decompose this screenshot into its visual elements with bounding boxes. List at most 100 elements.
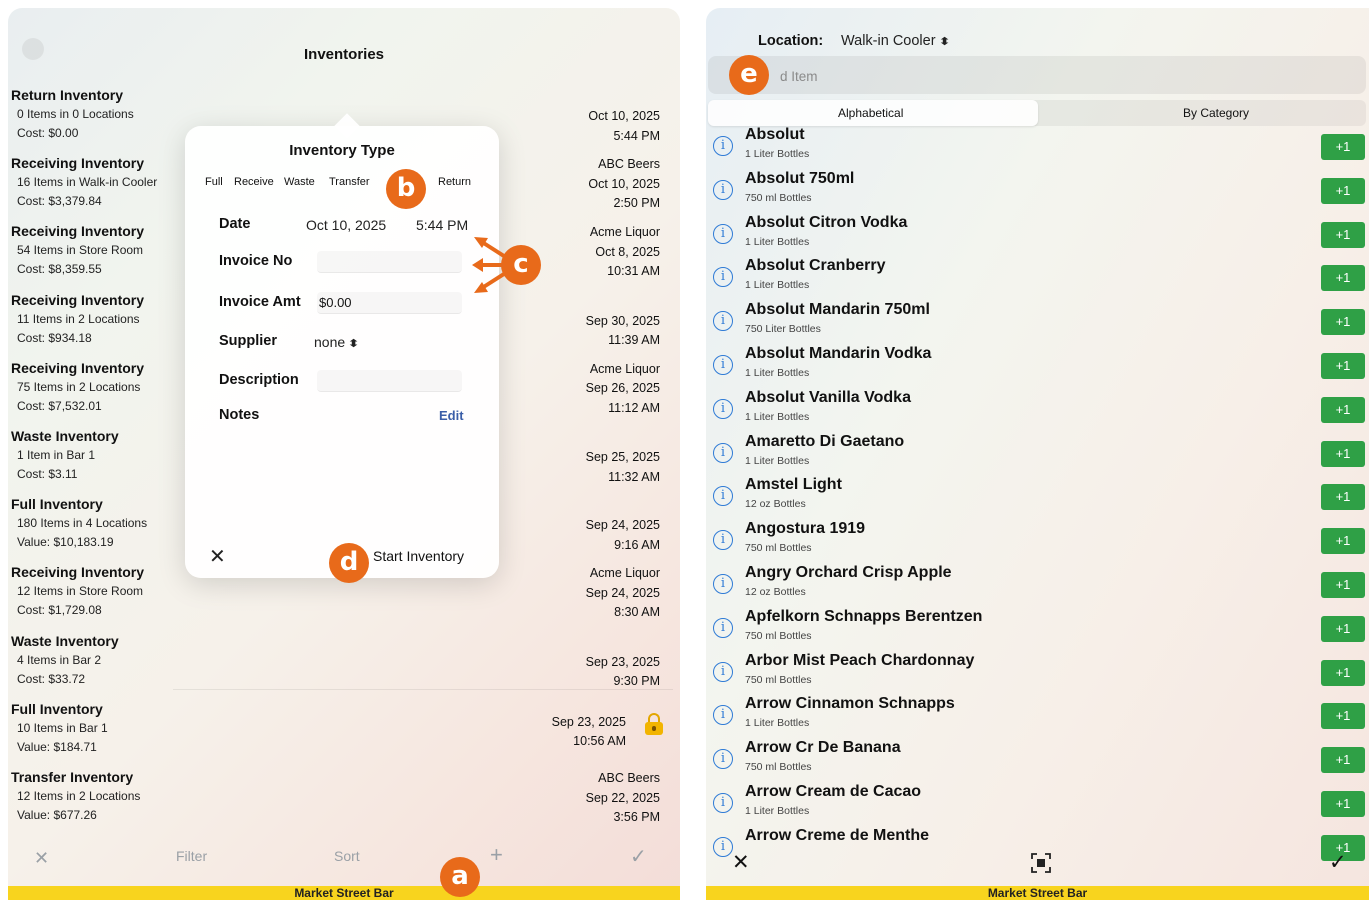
inventory-meta-line: Sep 23, 2025 bbox=[585, 654, 660, 669]
inventory-row[interactable]: Waste Inventory 4 Items in Bar 2 Cost: $33… bbox=[8, 633, 680, 701]
inventory-meta: Acme Liquor Sep 26, 2025 11:12 AM bbox=[586, 360, 660, 419]
item-row[interactable]: i Amaretto Di Gaetano 1 Liter Bottles +1 bbox=[706, 432, 1369, 476]
close-icon[interactable]: ✕ bbox=[34, 848, 49, 869]
increment-button[interactable]: +1 bbox=[1321, 265, 1365, 292]
increment-button[interactable]: +1 bbox=[1321, 791, 1365, 817]
item-row[interactable]: i Absolut Mandarin 750ml 750 Liter Bottles… bbox=[706, 300, 1369, 344]
info-icon[interactable]: i bbox=[713, 574, 733, 594]
close-icon[interactable]: ✕ bbox=[209, 544, 226, 569]
item-row[interactable]: i Amstel Light 12 oz Bottles +1 bbox=[706, 475, 1369, 519]
item-unit: 1 Liter Bottles bbox=[745, 148, 810, 160]
item-unit: 750 ml Bottles bbox=[745, 191, 812, 204]
callout-d: d bbox=[329, 543, 369, 583]
inventory-title: Full Inventory bbox=[11, 496, 103, 513]
description-field[interactable] bbox=[317, 370, 462, 392]
item-row[interactable]: i Apfelkorn Schnapps Berentzen 750 ml Bott… bbox=[706, 607, 1369, 651]
increment-button[interactable]: +1 bbox=[1321, 396, 1365, 423]
info-icon[interactable]: i bbox=[713, 530, 733, 551]
item-row[interactable]: i Absolut Citron Vodka 1 Liter Bottles +1 bbox=[706, 213, 1369, 257]
checkmark-icon[interactable]: ✓ bbox=[1329, 850, 1347, 875]
increment-button[interactable]: +1 bbox=[1321, 484, 1365, 511]
info-icon[interactable]: i bbox=[713, 442, 733, 463]
item-row[interactable]: i Absolut 1 Liter Bottles +1 bbox=[706, 125, 1369, 169]
info-icon[interactable]: i bbox=[713, 617, 733, 638]
sort-button[interactable]: Sort bbox=[334, 848, 360, 864]
increment-button[interactable]: +1 bbox=[1321, 134, 1365, 160]
increment-button[interactable]: +1 bbox=[1321, 440, 1365, 467]
inventory-summary: 54 Items in Store Room bbox=[17, 243, 144, 258]
info-icon[interactable]: i bbox=[713, 661, 733, 682]
filter-button[interactable]: Filter bbox=[176, 848, 207, 864]
checkmark-icon[interactable]: ✓ bbox=[630, 844, 647, 869]
item-name: Absolut 750ml bbox=[745, 169, 855, 187]
invoice-amt-field[interactable]: $0.00 bbox=[317, 292, 462, 314]
increment-button[interactable]: +1 bbox=[1321, 221, 1365, 248]
item-row[interactable]: i Angry Orchard Crisp Apple 12 oz Bottles +… bbox=[706, 563, 1369, 607]
info-icon[interactable]: i bbox=[713, 311, 733, 332]
increment-button[interactable]: +1 bbox=[1321, 528, 1365, 555]
location-select[interactable]: Walk-in Cooler ⬍ bbox=[841, 33, 951, 49]
barcode-scan-icon[interactable] bbox=[1030, 852, 1052, 874]
info-icon[interactable]: i bbox=[713, 136, 733, 156]
segment-waste[interactable]: Waste bbox=[284, 176, 315, 188]
inventory-cost: Value: $184.71 bbox=[17, 739, 97, 754]
increment-button[interactable]: +1 bbox=[1321, 309, 1365, 336]
increment-button[interactable]: +1 bbox=[1321, 659, 1365, 686]
chevron-updown-icon: ⬍ bbox=[347, 338, 361, 350]
info-icon[interactable]: i bbox=[713, 267, 733, 288]
notes-edit-link[interactable]: Edit bbox=[439, 408, 464, 423]
item-unit: 1 Liter Bottles bbox=[745, 279, 810, 292]
info-icon[interactable]: i bbox=[713, 355, 733, 375]
tab-by-category[interactable]: By Category bbox=[1183, 106, 1249, 120]
segment-transfer[interactable]: Transfer bbox=[329, 176, 370, 188]
increment-button[interactable]: +1 bbox=[1321, 703, 1365, 730]
divider bbox=[173, 688, 673, 690]
item-name: Amaretto Di Gaetano bbox=[745, 432, 905, 450]
notes-label: Notes bbox=[219, 407, 260, 423]
invoice-no-field[interactable] bbox=[317, 251, 462, 273]
inventory-meta-line: 3:56 PM bbox=[613, 810, 660, 824]
item-name: Amstel Light bbox=[745, 476, 842, 494]
start-inventory-button[interactable]: Start Inventory bbox=[373, 548, 464, 564]
item-row[interactable]: i Arrow Cream de Cacao 1 Liter Bottles +1 bbox=[706, 782, 1369, 826]
add-icon[interactable]: + bbox=[490, 842, 503, 868]
segment-receive[interactable]: Receive bbox=[234, 176, 274, 188]
inventory-meta-line: Sep 30, 2025 bbox=[585, 313, 660, 328]
item-row[interactable]: i Absolut Mandarin Vodka 1 Liter Bottles +1 bbox=[706, 344, 1369, 388]
supplier-select[interactable]: none ⬍ bbox=[314, 334, 361, 350]
info-icon[interactable]: i bbox=[713, 793, 733, 813]
info-icon[interactable]: i bbox=[713, 749, 733, 770]
item-name: Angostura 1919 bbox=[745, 520, 866, 538]
item-name: Absolut Citron Vodka bbox=[745, 213, 908, 231]
item-row[interactable]: i Absolut Cranberry 1 Liter Bottles +1 bbox=[706, 256, 1369, 300]
date-value[interactable]: Oct 10, 2025 bbox=[306, 217, 386, 233]
item-row[interactable]: i Arrow Cr De Banana 750 ml Bottles +1 bbox=[706, 738, 1369, 782]
info-icon[interactable]: i bbox=[713, 398, 733, 419]
info-icon[interactable]: i bbox=[713, 705, 733, 726]
info-icon[interactable]: i bbox=[713, 179, 733, 200]
segment-full[interactable]: Full bbox=[205, 176, 223, 188]
invoice-amt-label: Invoice Amt bbox=[219, 294, 301, 310]
close-icon[interactable]: ✕ bbox=[732, 850, 750, 875]
time-value[interactable]: 5:44 PM bbox=[416, 217, 468, 233]
lock-icon bbox=[644, 712, 664, 735]
item-row[interactable]: i Absolut 750ml 750 ml Bottles +1 bbox=[706, 169, 1369, 213]
inventory-row[interactable]: Full Inventory 10 Items in Bar 1 Value: $1… bbox=[8, 701, 680, 769]
info-icon[interactable]: i bbox=[713, 836, 733, 857]
segment-return[interactable]: Return bbox=[438, 176, 471, 188]
item-row[interactable]: i Arbor Mist Peach Chardonnay 750 ml Bottl… bbox=[706, 651, 1369, 695]
increment-button[interactable]: +1 bbox=[1321, 177, 1365, 204]
increment-button[interactable]: +1 bbox=[1321, 747, 1365, 774]
increment-button[interactable]: +1 bbox=[1321, 615, 1365, 642]
inventory-meta-line: 10:56 AM bbox=[573, 734, 626, 749]
item-unit: 750 Liter Bottles bbox=[745, 323, 821, 336]
item-row[interactable]: i Absolut Vanilla Vodka 1 Liter Bottles +1 bbox=[706, 388, 1369, 432]
item-row[interactable]: i Angostura 1919 750 ml Bottles +1 bbox=[706, 519, 1369, 563]
increment-button[interactable]: +1 bbox=[1321, 353, 1365, 379]
info-icon[interactable]: i bbox=[713, 486, 733, 507]
inventory-row[interactable]: Transfer Inventory 12 Items in 2 Location… bbox=[8, 769, 680, 837]
increment-button[interactable]: +1 bbox=[1321, 572, 1365, 598]
item-unit: 750 ml Bottles bbox=[745, 673, 812, 686]
info-icon[interactable]: i bbox=[713, 223, 733, 244]
item-row[interactable]: i Arrow Cinnamon Schnapps 1 Liter Bottles +… bbox=[706, 694, 1369, 738]
